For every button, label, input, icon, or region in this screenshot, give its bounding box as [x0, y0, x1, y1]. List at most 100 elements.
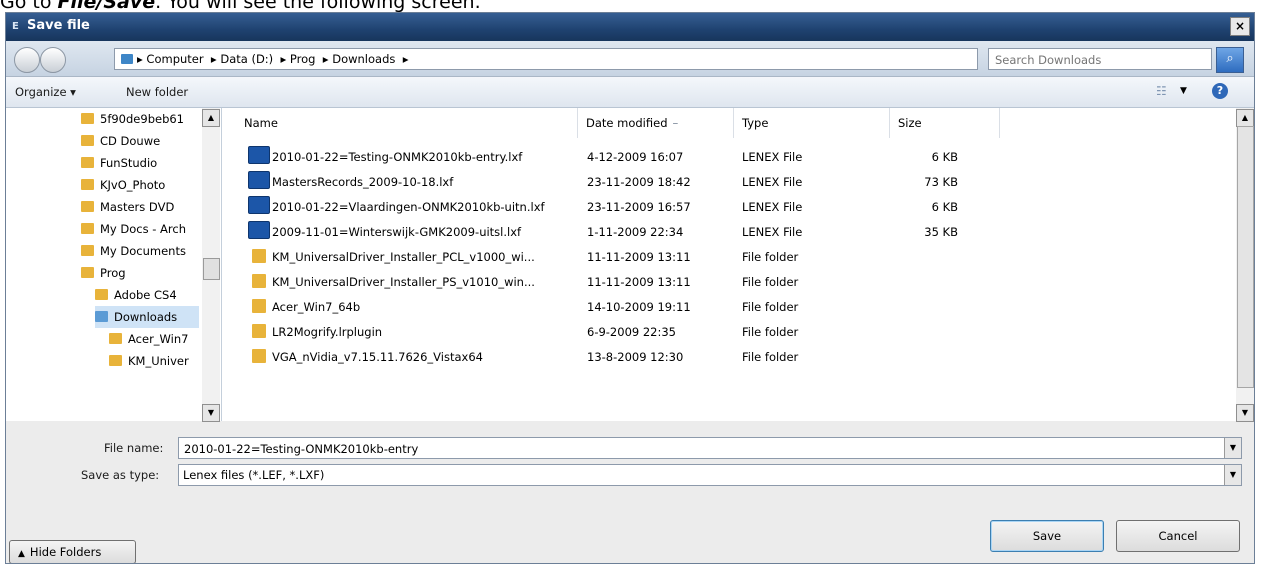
folder-icon [109, 333, 122, 344]
tree-item-label: 5f90de9beb61 [100, 112, 184, 126]
save-as-type-label: Save as type: [81, 468, 160, 482]
file-row[interactable]: VGA_nVidia_v7.15.11.7626_Vistax64 13-8-2… [222, 345, 1232, 370]
hide-folders-button[interactable]: ▲ Hide Folders [9, 540, 136, 563]
folder-icon [81, 113, 94, 124]
save-button[interactable]: Save [990, 520, 1104, 552]
file-name-cell: MastersRecords_2009-10-18.lxf [248, 170, 574, 195]
file-size: 6 KB [931, 150, 958, 164]
close-button[interactable]: × [1230, 17, 1250, 36]
address-bar[interactable]: ▸ Computer ▸ Data (D:) ▸ Prog ▸ Download… [114, 48, 1066, 70]
folder-icon [81, 201, 94, 212]
sort-indicator-icon: – [672, 116, 679, 130]
file-row[interactable]: KM_UniversalDriver_Installer_PCL_v1000_w… [222, 245, 1232, 270]
file-name-cell: 2009-11-01=Winterswijk-GMK2009-uitsl.lxf [248, 220, 574, 245]
tree-item-prog[interactable]: Prog [81, 262, 199, 284]
file-row[interactable]: 2010-01-22=Vlaardingen-ONMK2010kb-uitn.l… [222, 195, 1232, 220]
tree-item-label: Acer_Win7 [128, 332, 189, 346]
file-name: 2010-01-22=Testing-ONMK2010kb-entry.lxf [272, 150, 523, 164]
save-as-type-value: Lenex files (*.LEF, *.LXF) [183, 468, 325, 482]
column-header-size[interactable]: Size [890, 108, 1000, 138]
breadcrumb-data-drive[interactable]: ▸ Data (D:) [211, 52, 273, 66]
tree-item-cd-douwe[interactable]: CD Douwe [81, 130, 199, 152]
file-row[interactable]: Acer_Win7_64b 14-10-2009 19:11 File fold… [222, 295, 1232, 320]
file-row[interactable]: 2009-11-01=Winterswijk-GMK2009-uitsl.lxf… [222, 220, 1232, 245]
folder-icon [81, 267, 94, 278]
scroll-up-icon[interactable]: ▲ [1236, 109, 1254, 127]
app-icon: E [12, 21, 19, 32]
file-date: 14-10-2009 19:11 [587, 300, 691, 314]
folder-icon [252, 349, 266, 363]
tree-item-funstudio[interactable]: FunStudio [81, 152, 199, 174]
tree-item-adobe-cs4[interactable]: Adobe CS4 [95, 284, 199, 306]
back-button[interactable] [14, 47, 40, 73]
breadcrumb-computer[interactable]: ▸ Computer [137, 52, 204, 66]
tree-item-label: Adobe CS4 [114, 288, 177, 302]
file-type: File folder [742, 250, 799, 264]
file-row[interactable]: 2010-01-22=Testing-ONMK2010kb-entry.lxf … [222, 145, 1232, 170]
tree-item-my-documents[interactable]: My Documents [81, 240, 199, 262]
file-date: 6-9-2009 22:35 [587, 325, 676, 339]
tree-item-label: CD Douwe [100, 134, 161, 148]
view-dropdown-icon[interactable]: ▼ [1180, 86, 1187, 96]
file-type: File folder [742, 325, 799, 339]
command-bar: Organize ▾ New folder ☷ ▼ ? [6, 77, 1254, 108]
cancel-button[interactable]: Cancel [1116, 520, 1240, 552]
tree-item-acer-win7[interactable]: Acer_Win7 [109, 328, 199, 350]
forward-button[interactable] [40, 47, 66, 73]
title-bar: E Save file × [6, 13, 1254, 41]
view-options-icon[interactable]: ☷ [1156, 84, 1170, 98]
lenex-file-icon [248, 221, 270, 239]
tree-item-label: My Documents [100, 244, 186, 258]
save-as-type-select[interactable]: Lenex files (*.LEF, *.LXF) ▼ [178, 464, 1242, 486]
column-header-type[interactable]: Type [734, 108, 890, 138]
folder-icon [81, 157, 94, 168]
help-icon[interactable]: ? [1212, 83, 1228, 99]
search-icon[interactable]: ⌕ [1216, 47, 1244, 73]
search-input[interactable] [993, 50, 1187, 70]
search-box[interactable] [988, 48, 1212, 70]
collapse-icon: ▲ [18, 549, 25, 559]
tree-item-kjvo-photo[interactable]: KJvO_Photo [81, 174, 199, 196]
breadcrumb-downloads[interactable]: ▸ Downloads [323, 52, 396, 66]
folder-icon [95, 289, 108, 300]
file-type: LENEX File [742, 200, 803, 214]
tree-item-5f90de9beb61[interactable]: 5f90de9beb61 [81, 108, 199, 130]
file-row[interactable]: KM_UniversalDriver_Installer_PS_v1010_wi… [222, 270, 1232, 295]
folder-icon [252, 249, 266, 263]
organize-button[interactable]: Organize ▾ [15, 85, 76, 99]
scroll-up-icon[interactable]: ▲ [202, 109, 220, 127]
file-row[interactable]: MastersRecords_2009-10-18.lxf 23-11-2009… [222, 170, 1232, 195]
file-name-input[interactable] [182, 439, 1206, 459]
file-name: Acer_Win7_64b [272, 300, 361, 314]
breadcrumb-more[interactable]: ▸ [403, 52, 409, 66]
tree-item-downloads[interactable]: Downloads [95, 306, 199, 328]
scroll-thumb[interactable] [1237, 126, 1254, 388]
tree-item-km-univer[interactable]: KM_Univer [109, 350, 199, 372]
file-row[interactable]: LR2Mogrify.lrplugin 6-9-2009 22:35 File … [222, 320, 1232, 345]
tree-item-my-docs-arch[interactable]: My Docs - Arch [81, 218, 199, 240]
nav-scrollbar[interactable]: ▲ ▼ [202, 108, 220, 422]
new-folder-button[interactable]: New folder [126, 85, 188, 99]
file-type: LENEX File [742, 225, 803, 239]
file-size: 73 KB [924, 175, 958, 189]
folder-icon [81, 245, 94, 256]
breadcrumb-prog[interactable]: ▸ Prog [280, 52, 315, 66]
column-header-date[interactable]: Date modified – [578, 108, 734, 138]
folder-icon [81, 135, 94, 146]
scroll-down-icon[interactable]: ▼ [1236, 404, 1254, 422]
file-date: 11-11-2009 13:11 [587, 275, 691, 289]
scroll-thumb[interactable] [203, 258, 220, 280]
file-list-scrollbar[interactable]: ▲ ▼ [1236, 108, 1254, 422]
folder-icon [81, 179, 94, 190]
folder-icon [252, 274, 266, 288]
file-name-cell: VGA_nVidia_v7.15.11.7626_Vistax64 [252, 345, 574, 370]
scroll-down-icon[interactable]: ▼ [202, 404, 220, 422]
tree-item-label: Prog [100, 266, 126, 280]
file-name-dropdown-icon[interactable]: ▼ [1224, 438, 1241, 458]
file-name-cell: KM_UniversalDriver_Installer_PCL_v1000_w… [252, 245, 574, 270]
file-name-field[interactable]: ▼ [178, 437, 1242, 459]
tree-item-masters-dvd[interactable]: Masters DVD [81, 196, 199, 218]
file-date: 23-11-2009 18:42 [587, 175, 691, 189]
column-header-name[interactable]: Name [236, 108, 578, 138]
save-as-type-dropdown-icon[interactable]: ▼ [1224, 465, 1241, 485]
